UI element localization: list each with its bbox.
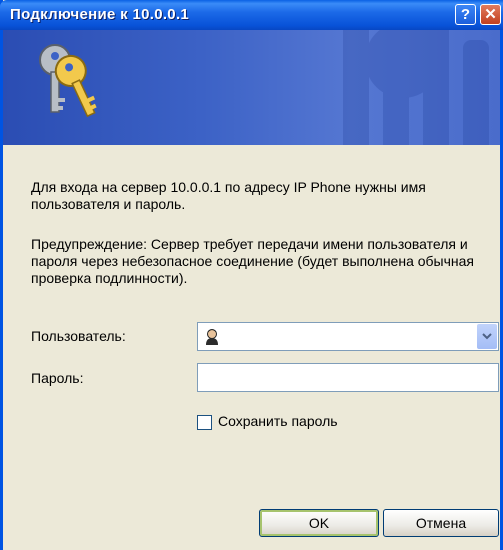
ok-button[interactable]: OK [259, 509, 379, 537]
password-label: Пароль: [31, 370, 84, 386]
login-message: Для входа на сервер 10.0.0.1 по адресу I… [31, 179, 426, 212]
close-button[interactable]: ✕ [480, 4, 501, 25]
password-field[interactable] [197, 363, 499, 392]
window-title: Подключение к 10.0.0.1 [10, 6, 190, 23]
help-icon: ? [460, 6, 471, 23]
save-password-checkbox[interactable] [197, 415, 212, 430]
user-label: Пользователь: [31, 328, 126, 344]
cancel-button[interactable]: Отмена [383, 509, 499, 537]
keys-watermark-icon [343, 30, 489, 145]
user-icon [206, 329, 218, 345]
save-password-label[interactable]: Сохранить пароль [218, 413, 338, 429]
dropdown-arrow-button[interactable] [477, 324, 497, 349]
security-warning: Предупреждение: Сервер требует передачи … [31, 236, 475, 286]
login-dialog: Подключение к 10.0.0.1 ? ✕ Для входа на … [0, 0, 503, 550]
help-button[interactable]: ? [455, 4, 476, 25]
chevron-down-icon [482, 333, 492, 340]
dialog-content: Для входа на сервер 10.0.0.1 по адресу I… [3, 145, 500, 550]
user-combobox[interactable] [197, 322, 499, 351]
close-icon: ✕ [484, 6, 497, 23]
title-bar[interactable]: Подключение к 10.0.0.1 ? ✕ [0, 0, 503, 30]
keys-icon [39, 44, 97, 118]
dialog-banner [3, 30, 500, 145]
